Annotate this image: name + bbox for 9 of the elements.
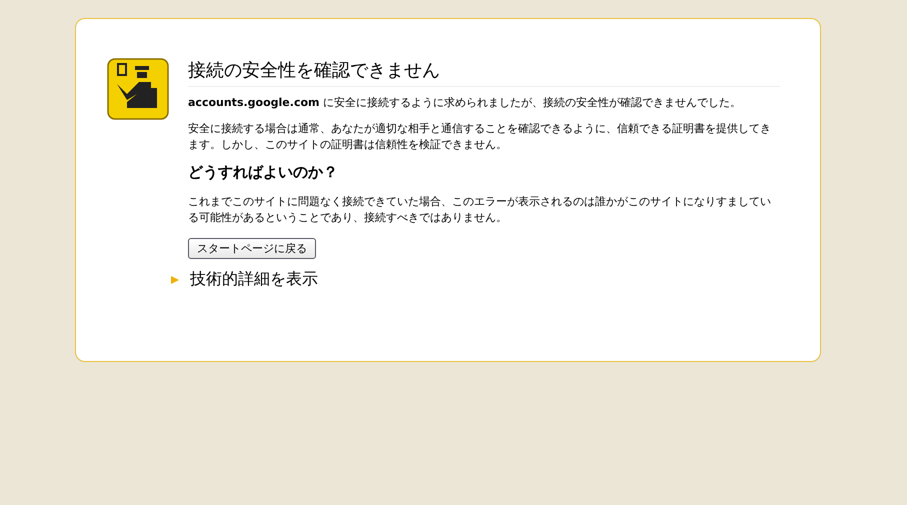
paragraph: 安全に接続する場合は通常、あなたが適切な相手と通信することを確認できるように、信頼できる証明書を提供してきます。しかし、このサイトの証明書は信頼性を検証できません。	[188, 121, 772, 153]
details-toggle[interactable]: 技術的詳細を表示	[190, 269, 318, 290]
subheading: どうすればよいのか？	[188, 163, 339, 182]
start-page-button[interactable]: スタートページに戻る	[188, 238, 316, 259]
paragraph: これまでこのサイトに問題なく接続できていた場合、このエラーが表示されるのは誰かがこのサイトになりすましている可能性があるということであり、接続すべきではありません。	[188, 194, 772, 226]
expand-triangle-icon[interactable]	[171, 276, 179, 284]
officer-warning-icon	[107, 58, 169, 120]
paragraph: accounts.google.com に安全に接続するように求められましたが、接続の安全性が確認できませんでした。	[188, 95, 742, 111]
page-title: 接続の安全性を確認できません	[188, 58, 780, 87]
